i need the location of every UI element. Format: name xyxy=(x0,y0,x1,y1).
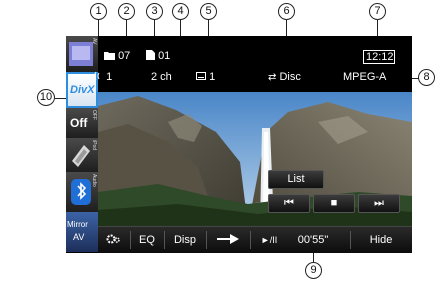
elapsed-time-value: 00'55" xyxy=(297,234,329,246)
next-track-button[interactable]: ⏭ xyxy=(358,194,400,213)
subtitle-icon xyxy=(196,72,206,80)
sidebar-tab-av[interactable]: AV xyxy=(66,36,98,73)
play-pause-button[interactable]: ►/II xyxy=(252,227,286,253)
folder-icon xyxy=(104,52,115,60)
folder-number: 07 xyxy=(104,50,130,62)
audio-format: MPEG-A xyxy=(343,71,387,83)
sidebar-tab-off-vlabel: OFF xyxy=(91,110,97,120)
stop-icon: ■ xyxy=(330,197,338,209)
sidebar-tab-ipod-vlabel: iPod xyxy=(91,140,97,151)
sidebar-tab-audio-vlabel: Audio xyxy=(91,174,97,187)
audio-track: 1 xyxy=(93,71,112,83)
bluetooth-icon xyxy=(71,179,91,205)
hide-button[interactable]: Hide xyxy=(352,227,410,253)
bottom-bar-divider xyxy=(350,231,351,249)
eq-button[interactable]: EQ xyxy=(132,227,162,253)
file-number: 01 xyxy=(146,50,170,62)
list-button-label: List xyxy=(287,173,305,185)
elapsed-time: 00'55" xyxy=(288,227,338,253)
sidebar-tab-av-label: AV xyxy=(91,38,97,45)
bottom-bar: EQ Disp ►/II 00'55" Hide xyxy=(98,226,412,253)
bottom-bar-divider xyxy=(206,231,207,249)
callout-2: 2 xyxy=(118,3,135,20)
repeat-icon: ⇄ xyxy=(268,72,277,83)
menu-arrow-button[interactable] xyxy=(208,227,248,253)
sidebar-tab-off[interactable]: Off OFF xyxy=(66,108,98,139)
callout-3: 3 xyxy=(146,3,163,20)
callout-4: 4 xyxy=(172,3,189,20)
folder-number-value: 07 xyxy=(118,50,131,62)
sidebar-tab-mirror-av[interactable]: Mirror AV xyxy=(66,212,98,253)
settings-icon xyxy=(106,234,120,244)
previous-track-icon: ⏮ xyxy=(284,197,294,209)
bottom-bar-divider xyxy=(130,231,131,249)
subtitle-value: 1 xyxy=(209,71,216,83)
sidebar-tab-off-label: Off xyxy=(70,116,88,130)
mirror-av-label-line1: Mirror xyxy=(67,220,88,229)
repeat-mode-value: Disc xyxy=(279,71,301,83)
file-icon xyxy=(146,50,155,60)
source-sidebar: AV DivX Off OFF iPod Audio Mirror AV xyxy=(66,36,98,253)
sidebar-tab-audio[interactable]: Audio xyxy=(66,172,98,213)
sidebar-tab-ipod[interactable]: iPod xyxy=(66,138,98,173)
callout-5: 5 xyxy=(200,3,217,20)
bottom-bar-divider xyxy=(250,231,251,249)
subtitle: 1 xyxy=(196,71,215,83)
callout-6: 6 xyxy=(278,3,295,20)
file-number-value: 01 xyxy=(158,50,171,62)
play-pause-icon: ►/II xyxy=(260,235,278,245)
audio-channels: 2 ch xyxy=(151,71,172,83)
callout-1: 1 xyxy=(90,3,107,20)
disp-button[interactable]: Disp xyxy=(166,227,204,253)
callout-8: 8 xyxy=(418,69,435,86)
previous-track-button[interactable]: ⏮ xyxy=(268,194,310,213)
mirror-av-label-line2: AV xyxy=(73,232,85,242)
eq-button-label: EQ xyxy=(139,234,155,246)
clock-box: 12:12 xyxy=(363,50,395,64)
audio-track-icon xyxy=(94,71,100,81)
settings-button[interactable] xyxy=(98,227,128,253)
audio-track-value: 1 xyxy=(106,71,113,83)
ipod-icon xyxy=(72,145,90,167)
list-button[interactable]: List xyxy=(268,170,324,189)
repeat-mode: ⇄ Disc xyxy=(268,71,301,83)
callout-10: 10 xyxy=(37,89,55,106)
callout-7: 7 xyxy=(369,3,386,20)
disp-button-label: Disp xyxy=(173,234,196,246)
bottom-bar-divider xyxy=(164,231,165,249)
clock: 12:12 xyxy=(366,51,394,63)
callout-9: 9 xyxy=(305,262,322,279)
divx-logo: DivX xyxy=(70,84,95,96)
hide-button-label: Hide xyxy=(369,234,393,246)
stop-button[interactable]: ■ xyxy=(313,194,355,213)
arrow-right-icon xyxy=(217,234,239,244)
next-track-icon: ⏭ xyxy=(374,197,384,209)
